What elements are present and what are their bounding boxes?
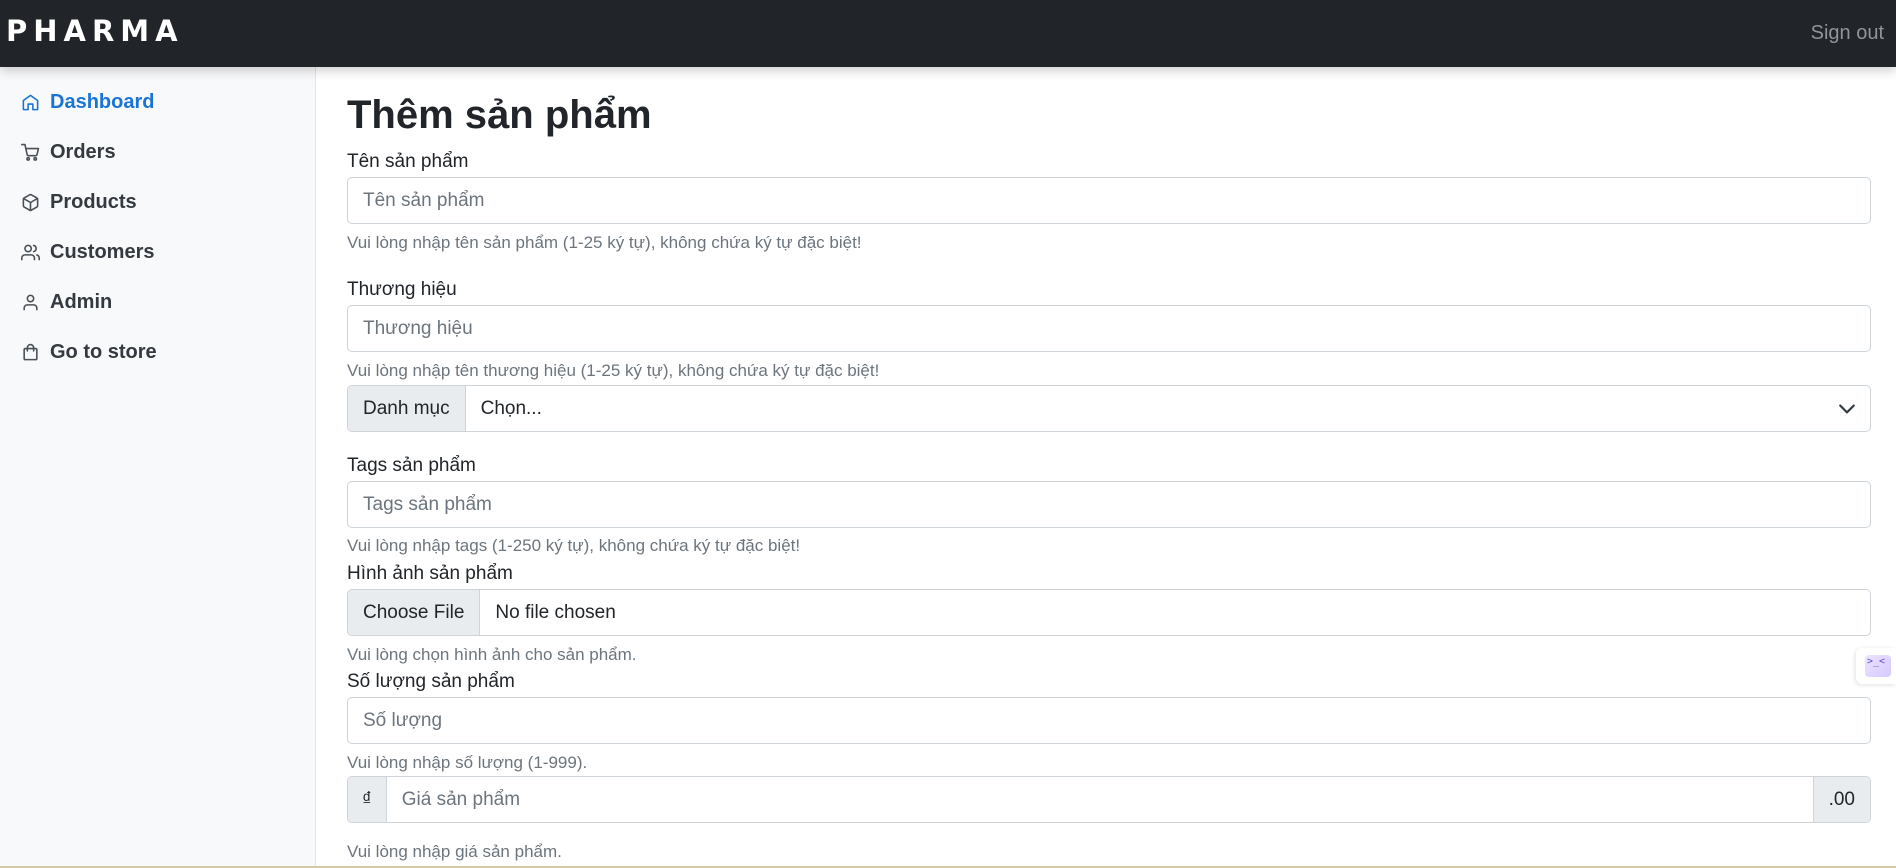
sidebar-item-label: Go to store bbox=[50, 341, 157, 363]
sidebar-item-label: Products bbox=[50, 191, 137, 213]
sidebar-item-go-to-store[interactable]: Go to store bbox=[0, 332, 316, 372]
quantity-input[interactable]: Số lượng bbox=[347, 697, 1871, 744]
sidebar-item-dashboard[interactable]: Dashboard bbox=[0, 82, 316, 122]
users-icon bbox=[21, 244, 40, 261]
choose-file-button[interactable]: Choose File bbox=[348, 590, 481, 635]
chevron-down-icon bbox=[1839, 404, 1855, 413]
category-select[interactable]: Chọn... bbox=[466, 386, 1838, 431]
tags-input[interactable]: Tags sản phẩm bbox=[347, 481, 1871, 528]
quantity-label: Số lượng sản phẩm bbox=[347, 671, 515, 692]
decimal-suffix: .00 bbox=[1812, 777, 1870, 822]
home-icon bbox=[22, 94, 39, 111]
category-addon: Danh mục bbox=[348, 386, 466, 431]
product-name-label: Tên sản phẩm bbox=[347, 151, 469, 172]
shopping-bag-icon bbox=[23, 343, 38, 361]
price-placeholder: Giá sản phẩm bbox=[401, 788, 521, 810]
brand-label: Thương hiệu bbox=[347, 279, 457, 300]
sidebar-item-label: Customers bbox=[50, 241, 155, 263]
sidebar-item-label: Orders bbox=[50, 141, 116, 163]
sidebar-item-admin[interactable]: Admin bbox=[0, 282, 316, 322]
product-name-help: Vui lòng nhập tên sản phẩm (1-25 ký tự),… bbox=[347, 233, 862, 252]
price-help: Vui lòng nhập giá sản phẩm. bbox=[347, 842, 562, 861]
image-label: Hình ảnh sản phẩm bbox=[347, 563, 513, 584]
category-select-group: Danh mục Chọn... bbox=[347, 385, 1871, 432]
currency-prefix: ₫ bbox=[348, 777, 387, 822]
category-select-arrow[interactable] bbox=[1838, 386, 1870, 431]
sidebar: Dashboard Orders Products Customers Admi… bbox=[0, 67, 316, 868]
sidebar-item-orders[interactable]: Orders bbox=[0, 132, 316, 172]
brand-help: Vui lòng nhập tên thương hiệu (1-25 ký t… bbox=[347, 361, 880, 380]
sidebar-item-customers[interactable]: Customers bbox=[0, 232, 316, 272]
page-title: Thêm sản phẩm bbox=[347, 93, 652, 137]
box-icon bbox=[22, 193, 39, 212]
cart-icon bbox=[21, 143, 40, 161]
sidebar-item-label: Dashboard bbox=[50, 91, 155, 113]
terminal-icon: >_< bbox=[1867, 656, 1886, 667]
sidebar-item-label: Admin bbox=[50, 291, 113, 313]
category-selected-value: Chọn... bbox=[480, 397, 542, 419]
sidebar-item-products[interactable]: Products bbox=[0, 182, 316, 222]
tags-help: Vui lòng nhập tags (1-250 ký tự), không … bbox=[347, 536, 801, 555]
image-file-input[interactable]: Choose File No file chosen bbox=[347, 589, 1871, 636]
image-help: Vui lòng chọn hình ảnh cho sản phẩm. bbox=[347, 645, 637, 664]
price-input-group: ₫ Giá sản phẩm .00 bbox=[347, 776, 1871, 823]
tags-label: Tags sản phẩm bbox=[347, 455, 476, 476]
quantity-help: Vui lòng nhập số lượng (1-999). bbox=[347, 753, 588, 772]
brand-logo[interactable]: PHARMA bbox=[6, 14, 184, 48]
user-icon bbox=[23, 294, 38, 311]
floating-extension-widget[interactable]: >_< bbox=[1856, 648, 1896, 684]
file-status: No file chosen bbox=[495, 601, 616, 623]
product-name-input[interactable]: Tên sản phẩm bbox=[347, 177, 1871, 224]
top-navbar: PHARMA Sign out bbox=[0, 0, 1896, 67]
price-input[interactable]: Giá sản phẩm bbox=[387, 777, 1813, 822]
sign-out-link[interactable]: Sign out bbox=[1811, 20, 1884, 46]
brand-input[interactable]: Thương hiệu bbox=[347, 305, 1871, 352]
